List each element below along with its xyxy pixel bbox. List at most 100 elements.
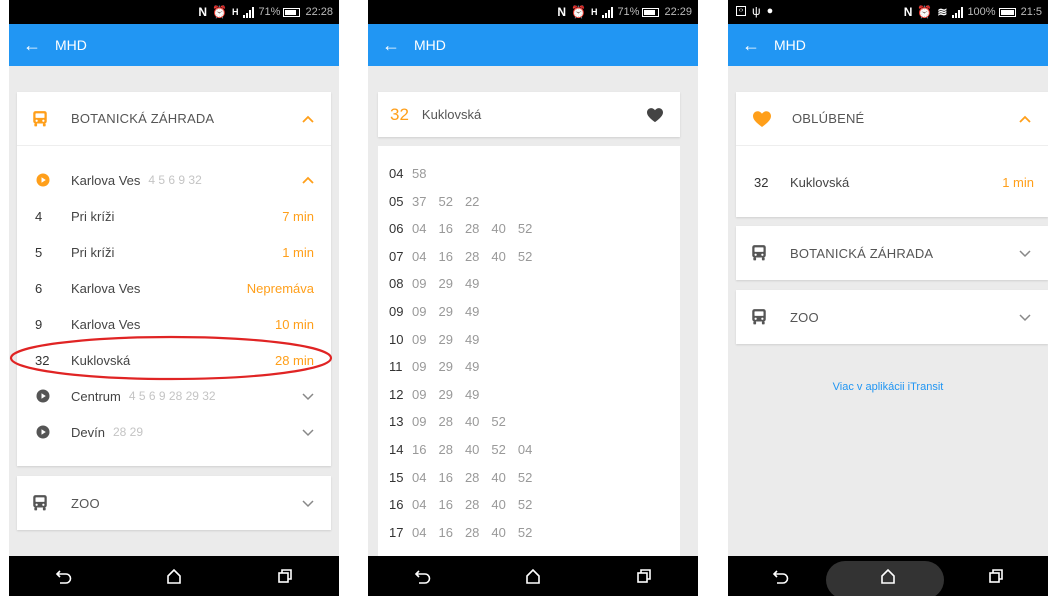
timetable-row: 06 04 16 28 40 52 (378, 215, 544, 242)
nfc-icon: N (198, 5, 207, 19)
chevron-down-icon[interactable] (299, 494, 317, 512)
timetable-minute: 28 (464, 524, 480, 540)
clock: 22:28 (305, 6, 333, 18)
timetable-minute: 28 (464, 221, 480, 237)
chevron-up-icon[interactable] (1016, 110, 1034, 128)
nfc-icon: N (903, 5, 913, 19)
timetable-hour: 08 (389, 276, 404, 292)
favorite-row[interactable]: 32 Kuklovská 1 min (736, 164, 1048, 200)
timetable-minute: 09 (412, 386, 427, 402)
back-arrow-icon[interactable]: ← (9, 35, 55, 56)
direction-karlova-ves[interactable]: Karlova Ves 4 5 6 9 32 (17, 162, 331, 198)
favorites-header[interactable]: OBLÚBENÉ (736, 92, 1048, 146)
phone-screen-stops: N ⏰ H 71% 22:28 ← MHD BOTANICKÁ ZÁHRADA … (9, 0, 339, 596)
timetable: 04 58 05 37 52 22 06 04 16 28 40 52 07 04 16 28 40 52 08 09… (378, 146, 680, 556)
direction-play-icon (36, 389, 50, 403)
timetable-minute: 29 (438, 386, 453, 402)
departure-row[interactable]: 5 Pri kríži 1 min (17, 234, 331, 270)
timetable-minute: 49 (464, 304, 480, 319)
timetable-minute: 09 (412, 359, 427, 375)
direction-devin[interactable]: Devín 28 29 (17, 414, 331, 450)
nav-bar (368, 556, 698, 596)
nav-back-icon[interactable] (411, 564, 435, 588)
chevron-up-icon[interactable] (299, 171, 317, 189)
chevron-down-icon[interactable] (299, 423, 317, 441)
favorite-heart-icon[interactable] (646, 107, 664, 123)
timetable-minute: 40 (491, 469, 506, 485)
timetable-minute: 04 (412, 524, 427, 540)
stop-card-zoo[interactable]: ZOO (736, 290, 1048, 344)
stop-name: BOTANICKÁ ZÁHRADA (790, 245, 934, 261)
direction-play-icon (36, 173, 50, 187)
timetable-minute: 28 (438, 442, 453, 457)
stop-header[interactable]: ZOO (17, 476, 331, 530)
timetable-minute: 28 (464, 248, 480, 264)
timetable-row: 08 09 29 49 (378, 270, 491, 297)
timetable-minute: 09 (412, 276, 427, 292)
nav-home-icon[interactable] (876, 564, 900, 588)
nav-home-icon[interactable] (521, 564, 545, 588)
timetable-minute: 40 (491, 221, 506, 237)
chevron-up-icon[interactable] (299, 110, 317, 128)
favorites-card: OBLÚBENÉ 32 Kuklovská 1 min (736, 92, 1048, 217)
stop-header[interactable]: ZOO (736, 290, 1048, 344)
timetable-minute: 28 (438, 414, 453, 430)
nav-home-icon[interactable] (162, 564, 186, 588)
departure-time: 1 min (1002, 174, 1034, 190)
timetable-minute: 28 (464, 469, 480, 485)
signal-icon (602, 6, 614, 18)
timetable-minute: 16 (438, 469, 453, 485)
direction-name: Devín (71, 424, 105, 440)
chevron-down-icon[interactable] (1016, 308, 1034, 326)
network-h-icon: H (590, 6, 598, 17)
battery-percent: 71% (617, 6, 640, 18)
battery-percent: 71% (258, 6, 281, 18)
timetable-minute: 29 (438, 331, 453, 347)
timetable-minute: 52 (438, 193, 453, 209)
timetable-row: 05 37 52 22 (378, 188, 491, 215)
timetable-hour: 16 (389, 497, 404, 513)
chevron-down-icon[interactable] (1016, 244, 1034, 262)
timetable-minute: 09 (412, 304, 427, 319)
departure-row[interactable]: 4 Pri kríži 7 min (17, 198, 331, 234)
departure-row[interactable]: 6 Karlova Ves Nepremáva (17, 270, 331, 306)
timetable-hour: 06 (389, 221, 404, 237)
timetable-row: 14 16 28 40 52 04 (378, 436, 544, 463)
chevron-down-icon[interactable] (299, 387, 317, 405)
timetable-minute: 49 (464, 331, 480, 347)
stop-card-zoo[interactable]: ZOO (17, 476, 331, 530)
timetable-minute: 04 (517, 442, 533, 457)
app-bar: ← MHD (9, 24, 339, 66)
timetable-minute: 16 (412, 442, 427, 457)
app-title: MHD (55, 37, 87, 53)
stop-header[interactable]: BOTANICKÁ ZÁHRADA (736, 226, 1048, 280)
direction-name: Karlova Ves (71, 172, 141, 188)
timetable-minute: 58 (412, 166, 427, 181)
line-number: 4 (35, 208, 43, 224)
phone-screen-favorites: ‹› ψ ● N ⏰ ≋ 100% 21:5 ← MHD OBLÚBENÉ 32… (728, 0, 1048, 596)
timetable-minute: 40 (464, 414, 480, 430)
nav-back-icon[interactable] (769, 564, 793, 588)
app-title: MHD (414, 37, 446, 53)
back-arrow-icon[interactable]: ← (728, 35, 774, 56)
back-arrow-icon[interactable]: ← (368, 35, 414, 56)
heart-icon (752, 110, 772, 128)
nav-recent-apps-icon[interactable] (272, 564, 296, 588)
timetable-hour: 13 (389, 414, 404, 430)
nav-recent-apps-icon[interactable] (983, 564, 1007, 588)
itransit-link[interactable]: Viac v aplikácii iTransit (728, 381, 1048, 393)
clock: 22:29 (664, 6, 692, 18)
stop-name: BOTANICKÁ ZÁHRADA (71, 111, 215, 126)
stop-card-botanicka[interactable]: BOTANICKÁ ZÁHRADA (736, 226, 1048, 280)
nav-recent-apps-icon[interactable] (631, 564, 655, 588)
bus-icon (750, 244, 768, 262)
timetable-minute: 52 (517, 524, 533, 540)
nav-back-icon[interactable] (52, 564, 76, 588)
timetable-minute: 16 (438, 524, 453, 540)
timetable-minute: 16 (438, 497, 453, 513)
timetable-minute: 49 (464, 359, 480, 375)
timetable-minute: 09 (412, 331, 427, 347)
highlight-ellipse (9, 335, 333, 381)
stop-header[interactable]: BOTANICKÁ ZÁHRADA (17, 92, 331, 146)
line-number: 5 (35, 244, 43, 260)
